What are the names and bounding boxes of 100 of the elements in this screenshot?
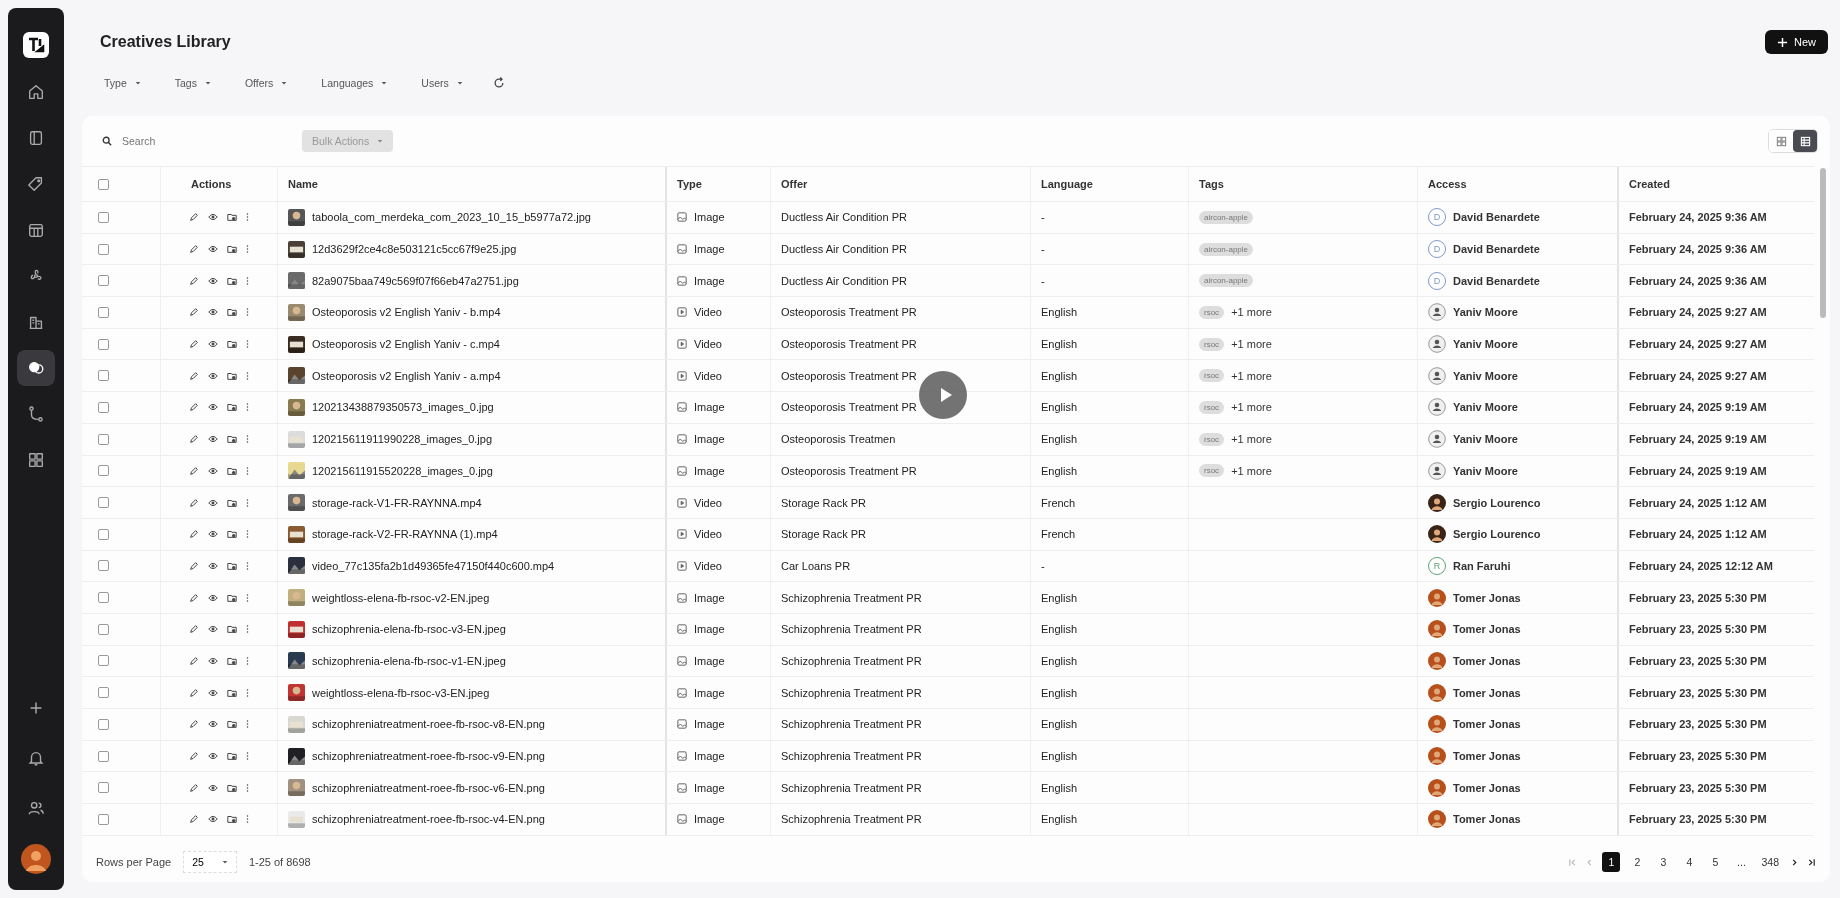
more-icon[interactable] xyxy=(246,275,249,286)
pencil-icon[interactable] xyxy=(189,687,199,698)
file-name[interactable]: storage-rack-V1-FR-RAYNNA.mp4 xyxy=(312,496,482,509)
file-name[interactable]: schizophreniatreatment-roee-fb-rsoc-v6-EN.png xyxy=(312,781,545,794)
pencil-icon[interactable] xyxy=(189,592,199,603)
pencil-icon[interactable] xyxy=(189,465,199,476)
filter-dropdown[interactable]: Users xyxy=(411,73,481,93)
row-checkbox[interactable] xyxy=(98,592,109,604)
row-checkbox[interactable] xyxy=(98,465,109,477)
folder-icon[interactable] xyxy=(227,560,237,571)
more-icon[interactable] xyxy=(246,244,249,255)
file-name[interactable]: Osteoporosis v2 English Yaniv - a.mp4 xyxy=(312,369,501,382)
more-tags-link[interactable]: +1 more xyxy=(1231,433,1272,446)
list-view-button[interactable] xyxy=(1793,130,1817,152)
row-checkbox[interactable] xyxy=(98,433,109,445)
file-name[interactable]: weightloss-elena-fb-rsoc-v2-EN.jpeg xyxy=(312,591,490,604)
more-icon[interactable] xyxy=(246,370,249,381)
column-header[interactable]: Tags xyxy=(1199,178,1224,190)
eye-icon[interactable] xyxy=(208,275,218,286)
more-tags-link[interactable]: +1 more xyxy=(1231,401,1272,414)
more-icon[interactable] xyxy=(246,655,249,666)
pencil-icon[interactable] xyxy=(189,719,199,730)
eye-icon[interactable] xyxy=(208,339,218,350)
file-name[interactable]: 12d3629f2ce4c8e503121c5cc67f9e25.jpg xyxy=(312,243,517,256)
more-icon[interactable] xyxy=(246,402,249,413)
pencil-icon[interactable] xyxy=(189,529,199,540)
eye-icon[interactable] xyxy=(208,655,218,666)
row-checkbox[interactable] xyxy=(98,782,109,794)
more-icon[interactable] xyxy=(246,624,249,635)
scrollbar[interactable] xyxy=(1820,168,1826,318)
file-name[interactable]: 120215611911990228_images_0.jpg xyxy=(312,433,493,446)
eye-icon[interactable] xyxy=(208,370,218,381)
pencil-icon[interactable] xyxy=(189,212,199,223)
column-header[interactable]: Actions xyxy=(191,178,232,190)
chat-icon[interactable] xyxy=(17,350,55,386)
folder-icon[interactable] xyxy=(227,434,237,445)
file-name[interactable]: taboola_com_merdeka_com_2023_10_15_b5977a72.jpg xyxy=(312,211,591,224)
file-name[interactable]: 120215611915520228_images_0.jpg xyxy=(312,464,493,477)
page-button[interactable]: 4 xyxy=(1680,852,1699,872)
eye-icon[interactable] xyxy=(208,465,218,476)
row-checkbox[interactable] xyxy=(98,275,109,287)
more-icon[interactable] xyxy=(246,339,249,350)
folder-icon[interactable] xyxy=(227,465,237,476)
pencil-icon[interactable] xyxy=(189,814,199,825)
row-checkbox[interactable] xyxy=(98,655,109,667)
folder-icon[interactable] xyxy=(227,402,237,413)
eye-icon[interactable] xyxy=(208,719,218,730)
eye-icon[interactable] xyxy=(208,434,218,445)
row-checkbox[interactable] xyxy=(98,243,109,255)
folder-icon[interactable] xyxy=(227,370,237,381)
more-icon[interactable] xyxy=(246,592,249,603)
row-checkbox[interactable] xyxy=(98,718,109,730)
row-checkbox[interactable] xyxy=(98,370,109,382)
column-header[interactable]: Offer xyxy=(781,178,808,190)
more-tags-link[interactable]: +1 more xyxy=(1231,464,1272,477)
file-name[interactable]: 120213438879350573_images_0.jpg xyxy=(312,401,494,414)
eye-icon[interactable] xyxy=(208,814,218,825)
page-button[interactable]: 3 xyxy=(1654,852,1673,872)
page-button[interactable]: 2 xyxy=(1628,852,1647,872)
filter-dropdown[interactable]: Languages xyxy=(311,73,406,93)
filter-dropdown[interactable]: Type xyxy=(94,73,159,93)
play-button[interactable] xyxy=(919,371,967,419)
file-name[interactable]: schizophreniatreatment-roee-fb-rsoc-v9-EN.png xyxy=(312,750,545,763)
more-icon[interactable] xyxy=(246,782,249,793)
row-checkbox[interactable] xyxy=(98,623,109,635)
last-page-icon[interactable] xyxy=(1807,857,1816,867)
folder-icon[interactable] xyxy=(227,244,237,255)
more-icon[interactable] xyxy=(246,307,249,318)
refresh-icon[interactable] xyxy=(492,77,505,89)
new-button[interactable]: New xyxy=(1765,30,1828,54)
file-name[interactable]: schizophrenia-elena-fb-rsoc-v3-EN.jpeg xyxy=(312,623,506,636)
folder-icon[interactable] xyxy=(227,687,237,698)
more-tags-link[interactable]: +1 more xyxy=(1231,306,1272,319)
page-button[interactable]: 5 xyxy=(1706,852,1725,872)
row-checkbox[interactable] xyxy=(98,306,109,318)
file-name[interactable]: schizophreniatreatment-roee-fb-rsoc-v4-EN.png xyxy=(312,813,545,826)
folder-icon[interactable] xyxy=(227,782,237,793)
eye-icon[interactable] xyxy=(208,497,218,508)
search-field[interactable]: Search xyxy=(120,134,254,148)
folder-icon[interactable] xyxy=(227,751,237,762)
file-name[interactable]: schizophrenia-elena-fb-rsoc-v1-EN.jpeg xyxy=(312,654,506,667)
page-button[interactable]: ... xyxy=(1732,852,1751,872)
filter-dropdown[interactable]: Tags xyxy=(164,73,229,93)
more-icon[interactable] xyxy=(246,497,249,508)
row-checkbox[interactable] xyxy=(98,528,109,540)
eye-icon[interactable] xyxy=(208,307,218,318)
pencil-icon[interactable] xyxy=(189,624,199,635)
pencil-icon[interactable] xyxy=(189,434,199,445)
eye-icon[interactable] xyxy=(208,402,218,413)
folder-icon[interactable] xyxy=(227,497,237,508)
folder-icon[interactable] xyxy=(227,592,237,603)
folder-icon[interactable] xyxy=(227,307,237,318)
more-tags-link[interactable]: +1 more xyxy=(1231,338,1272,351)
more-icon[interactable] xyxy=(246,751,249,762)
more-icon[interactable] xyxy=(246,434,249,445)
row-checkbox[interactable] xyxy=(98,813,109,825)
more-icon[interactable] xyxy=(246,687,249,698)
eye-icon[interactable] xyxy=(208,244,218,255)
eye-icon[interactable] xyxy=(208,560,218,571)
pencil-icon[interactable] xyxy=(189,244,199,255)
